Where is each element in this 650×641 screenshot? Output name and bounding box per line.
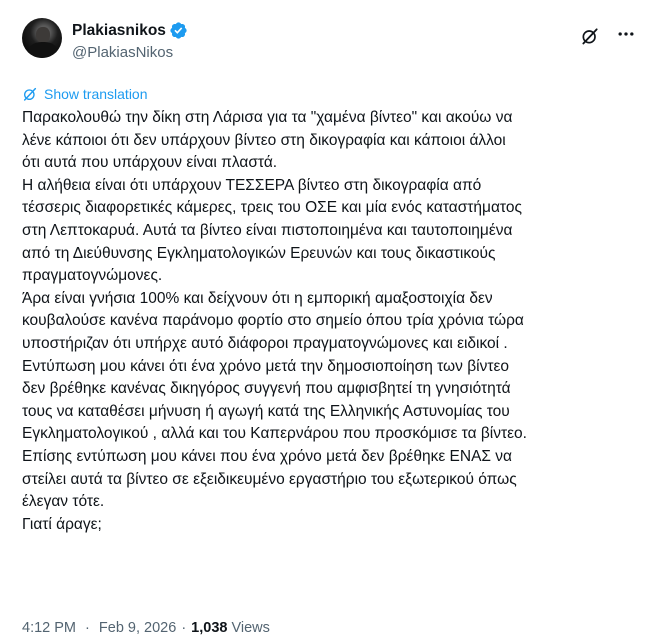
views-label: Views	[231, 620, 270, 636]
grok-icon[interactable]	[580, 26, 600, 46]
verified-badge-icon	[170, 22, 187, 39]
avatar-body	[28, 42, 58, 58]
author-handle[interactable]: @PlakiasNikos	[72, 44, 173, 61]
tweet-time: 4:12 PM	[22, 620, 76, 636]
tweet-line: Παρακολουθώ την δίκη στη Λάρισα για τα "…	[22, 109, 513, 126]
tweet-line: υποστήριζαν ότι υπήρχε αυτό διάφοροι πρα…	[22, 334, 508, 352]
avatar-face	[36, 27, 50, 43]
tweet-line: κουβαλούσε κανένα παράνομο φορτίο στο ση…	[22, 312, 524, 330]
views-count[interactable]: 1,038	[191, 620, 227, 636]
meta-separator: ·	[85, 620, 90, 636]
tweet-line: Άρα είναι γνήσια 100% και δείχνουν ότι η…	[22, 289, 493, 307]
tweet-line: δεν βρέθηκε κανένας δικηγόρος συγγενή πο…	[22, 380, 511, 398]
tweet-line: τους να καταθέσει μήνυση ή αγωγή κατά τη…	[22, 402, 510, 420]
tweet-time-link[interactable]: 4:12 PM · Feb 9, 2026	[22, 620, 176, 636]
more-icon[interactable]	[616, 24, 636, 44]
tweet-line: Η αλήθεια είναι ότι υπάρχουν ΤΕΣΣΕΡΑ βίν…	[22, 176, 482, 194]
show-translation-label: Show translation	[44, 86, 148, 102]
tweet-line: πραγματογνώμονες.	[22, 267, 163, 285]
tweet-line: από τη Διεύθυνσης Εγκληματολογικών Ερευν…	[22, 244, 496, 262]
tweet-line: Επίσης εντύπωση μου κάνει που ένα χρόνο …	[22, 447, 513, 465]
avatar[interactable]	[22, 18, 62, 58]
meta-separator: ·	[181, 620, 187, 636]
tweet-line: λένε κάποιοι ότι δεν υπάρχουν βίντεο στη…	[22, 131, 506, 149]
tweet-date: Feb 9, 2026	[98, 620, 177, 636]
tweet-line: έλεγαν τότε.	[22, 493, 105, 511]
tweet-line: Γιατί άραγε;	[22, 515, 102, 533]
tweet-meta: 4:12 PM · Feb 9, 2026 · 1,038 Views	[22, 620, 270, 636]
tweet-line: στη Λεπτοκαρυά. Αυτά τα βίντεο είναι πισ…	[22, 221, 513, 239]
tweet-line: Εντύπωση μου κάνει ότι ένα χρόνο μετά τη…	[22, 357, 509, 375]
author-display-name[interactable]: Plakiasnikos	[72, 22, 166, 40]
author-name-row: Plakiasnikos	[72, 21, 188, 40]
tweet-line: ότι αυτά που υπάρχουν είναι πλαστά.	[22, 154, 278, 172]
show-translation-button[interactable]: Show translation	[22, 86, 148, 102]
tweet-line: στείλει αυτά τα βίντεο σε εξειδικευμένο …	[22, 470, 517, 488]
translate-icon	[23, 87, 37, 101]
tweet-line: τέσσερις διαφορετικές κάμερες, τρεις του…	[22, 199, 522, 217]
tweet-text: Παρακολουθώ την δίκη στη Λάρισα για τα "…	[22, 107, 634, 536]
tweet-line: Εγκληματολογικού , αλλά και του Καπερνάρ…	[22, 425, 527, 443]
